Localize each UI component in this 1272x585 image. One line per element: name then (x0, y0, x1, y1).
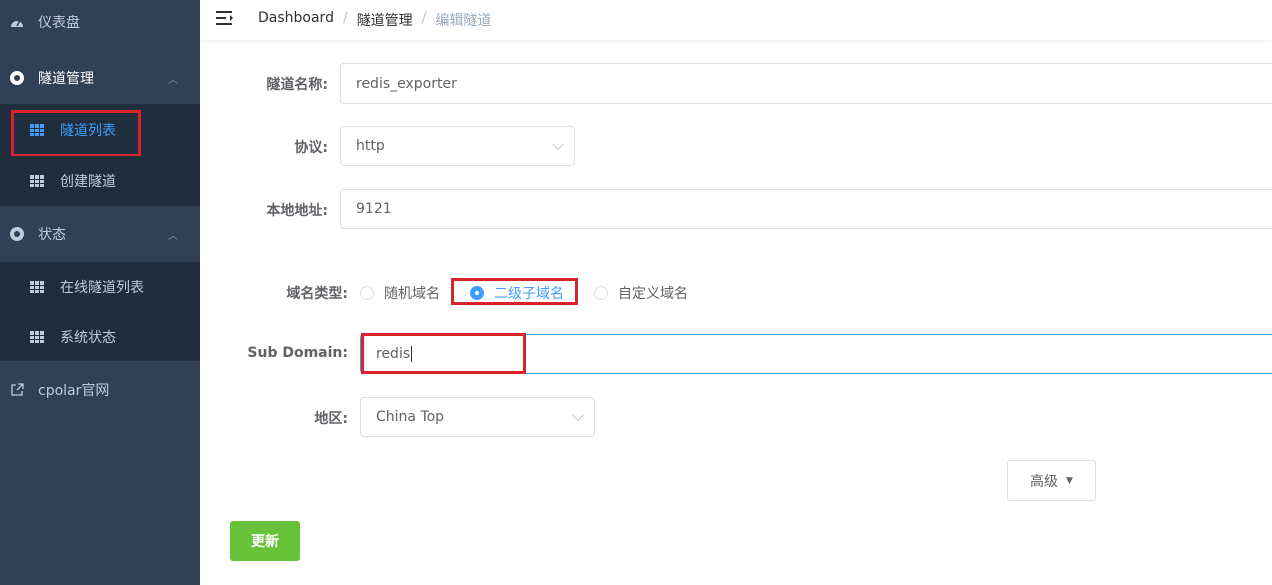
protocol-value: http (356, 138, 385, 154)
breadcrumb-separator: / (342, 10, 348, 26)
sidebar-item-label: 在线隧道列表 (60, 280, 144, 296)
highlight-box (451, 278, 578, 305)
breadcrumb-item-dashboard[interactable]: Dashboard (258, 10, 334, 30)
radio-icon (594, 286, 608, 300)
breadcrumb: Dashboard / 隧道管理 / 编辑隧道 (258, 10, 491, 30)
chevron-down-icon (572, 409, 584, 422)
highlight-box (361, 333, 526, 374)
domain-type-label: 域名类型: (286, 286, 348, 302)
breadcrumb-item-edit-tunnel: 编辑隧道 (435, 13, 492, 29)
radio-random-domain[interactable]: 随机域名 (360, 283, 440, 303)
advanced-button[interactable]: 高级 ▼ (1007, 460, 1096, 501)
chevron-down-icon (552, 138, 564, 151)
table-icon (30, 330, 44, 344)
region-select[interactable]: China Top (360, 397, 595, 437)
protocol-select[interactable]: http (340, 126, 575, 166)
sidebar-item-create-tunnel[interactable]: 创建隧道 (0, 156, 200, 206)
radio-icon (360, 286, 374, 300)
menu-toggle-icon[interactable] (216, 10, 234, 26)
sidebar-item-status[interactable]: 状态 ︿ (0, 206, 200, 262)
circle-icon (10, 71, 24, 85)
sidebar-item-dashboard[interactable]: 仪表盘 (0, 0, 200, 44)
sidebar-item-label: 创建隧道 (60, 174, 116, 190)
external-link-icon (10, 383, 24, 397)
table-icon (30, 280, 44, 294)
sidebar-item-tunnel-management[interactable]: 隧道管理 ︿ (0, 52, 200, 104)
region-value: China Top (376, 409, 445, 425)
local-address-label: 本地地址: (266, 203, 328, 219)
local-address-input[interactable]: 9121 (340, 189, 1272, 229)
tunnel-name-input[interactable]: redis_exporter (340, 63, 1272, 104)
breadcrumb-item-tunnel-management[interactable]: 隧道管理 (357, 10, 413, 30)
sidebar-item-online-tunnels[interactable]: 在线隧道列表 (0, 262, 200, 312)
update-button[interactable]: 更新 (230, 521, 300, 561)
circle-icon (10, 227, 24, 241)
subdomain-label: Sub Domain: (247, 345, 348, 361)
sidebar-item-system-status[interactable]: 系统状态 (0, 312, 200, 361)
sidebar-item-label: 隧道管理 (38, 71, 94, 87)
radio-label: 随机域名 (384, 286, 440, 302)
highlight-box (11, 110, 141, 157)
tunnel-name-label: 隧道名称: (266, 77, 328, 93)
sidebar-item-label: 仪表盘 (38, 15, 80, 31)
region-label: 地区: (314, 411, 348, 427)
navbar: Dashboard / 隧道管理 / 编辑隧道 (200, 0, 1272, 40)
breadcrumb-separator: / (421, 10, 427, 26)
sidebar-item-label: 状态 (38, 227, 66, 243)
chevron-up-icon: ︿ (168, 230, 178, 242)
radio-custom-domain[interactable]: 自定义域名 (594, 283, 688, 303)
dashboard-icon (10, 15, 24, 29)
sidebar-item-label: 系统状态 (60, 329, 116, 346)
sidebar-item-cpolar-site[interactable]: cpolar官网 (0, 364, 200, 416)
advanced-label: 高级 (1030, 473, 1059, 490)
table-icon (30, 174, 44, 188)
caret-down-icon: ▼ (1066, 475, 1073, 486)
sidebar-item-label: cpolar官网 (38, 383, 110, 399)
sidebar: 仪表盘 隧道管理 ︿ 隧道列表 创建隧道 状态 ︿ 在线隧道列表 系统状态 cp… (0, 0, 200, 585)
chevron-up-icon: ︿ (168, 74, 178, 86)
protocol-label: 协议: (294, 140, 328, 156)
radio-label: 自定义域名 (618, 286, 688, 302)
